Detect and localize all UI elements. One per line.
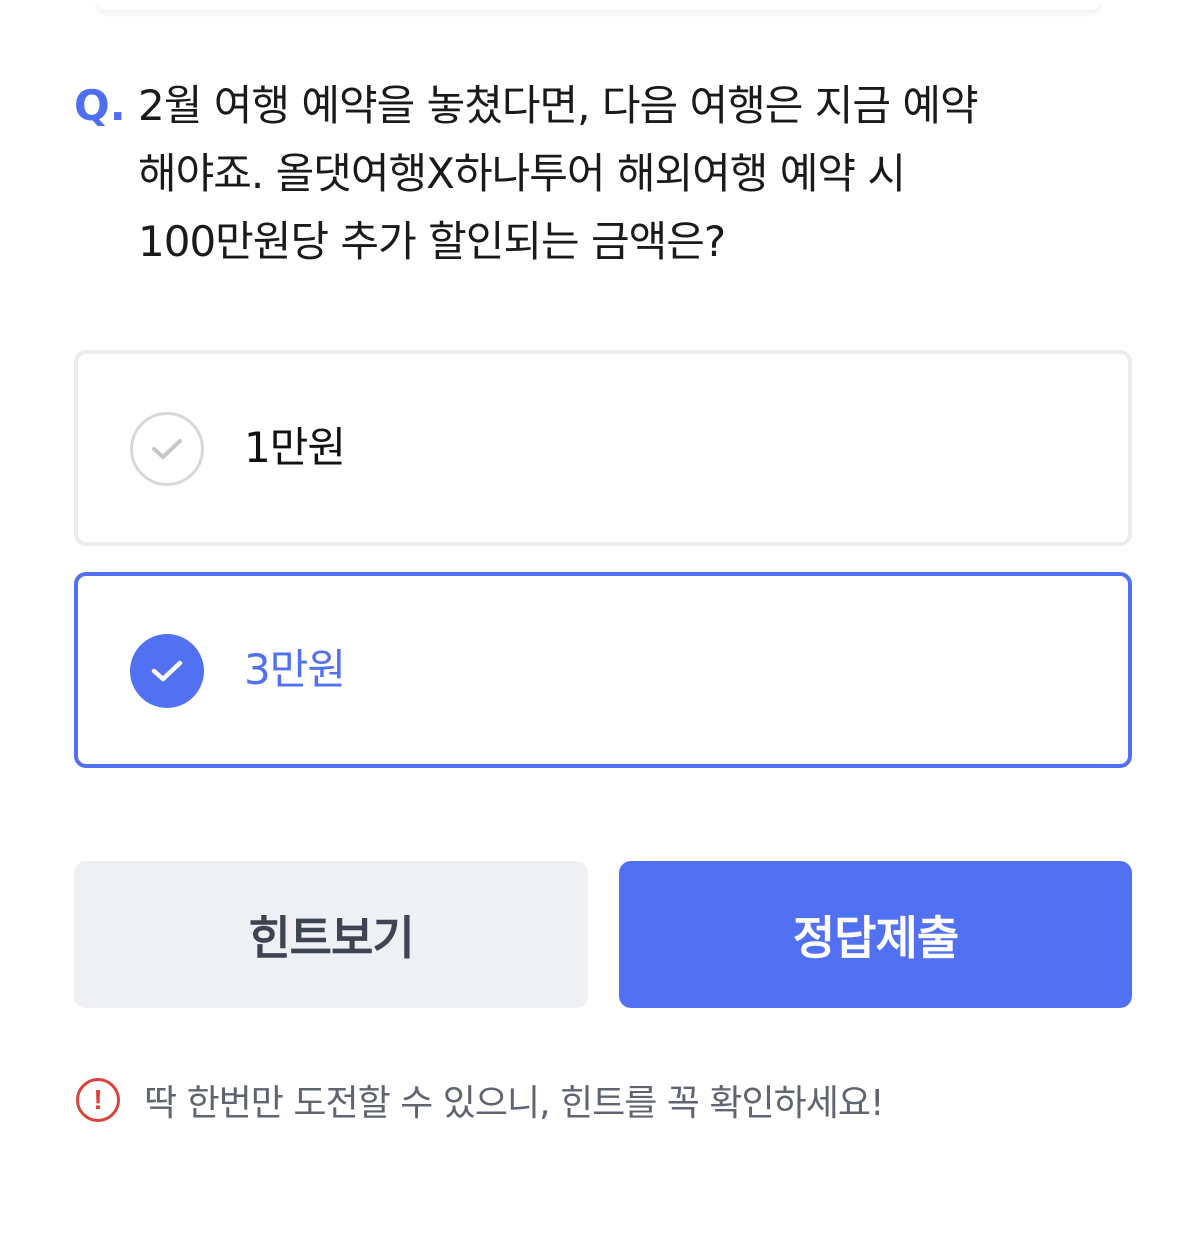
exclamation-icon: !	[76, 1078, 120, 1122]
option-label: 3만원	[244, 645, 346, 694]
question-line: 100만원당 추가 할인되는 금액은?	[138, 217, 726, 266]
option-label: 1만원	[244, 423, 346, 472]
previous-card-edge	[96, 0, 1101, 10]
hint-button[interactable]: 힌트보기	[74, 861, 588, 1008]
notice-message: ! 딱 한번만 도전할 수 있으니, 힌트를 꼭 확인하세요!	[76, 1074, 884, 1126]
option-radio-unchecked[interactable]	[130, 412, 204, 486]
notice-text: 딱 한번만 도전할 수 있으니, 힌트를 꼭 확인하세요!	[144, 1083, 884, 1124]
answer-option-1[interactable]: 1만원	[74, 350, 1132, 546]
option-radio-checked[interactable]	[130, 634, 204, 708]
check-icon	[152, 439, 182, 459]
answer-option-2[interactable]: 3만원	[74, 572, 1132, 768]
submit-answer-button[interactable]: 정답제출	[619, 861, 1132, 1008]
question-prefix: Q.	[74, 81, 126, 130]
question-line: 해야죠. 올댓여행X하나투어 해외여행 예약 시	[138, 149, 906, 198]
quiz-question: Q. 2월 여행 예약을 놓쳤다면, 다음 여행은 지금 예약 해야죠. 올댓여…	[74, 72, 1134, 276]
check-icon	[151, 660, 183, 682]
question-line: 2월 여행 예약을 놓쳤다면, 다음 여행은 지금 예약	[138, 81, 979, 130]
question-text: 2월 여행 예약을 놓쳤다면, 다음 여행은 지금 예약 해야죠. 올댓여행X하…	[138, 72, 979, 276]
